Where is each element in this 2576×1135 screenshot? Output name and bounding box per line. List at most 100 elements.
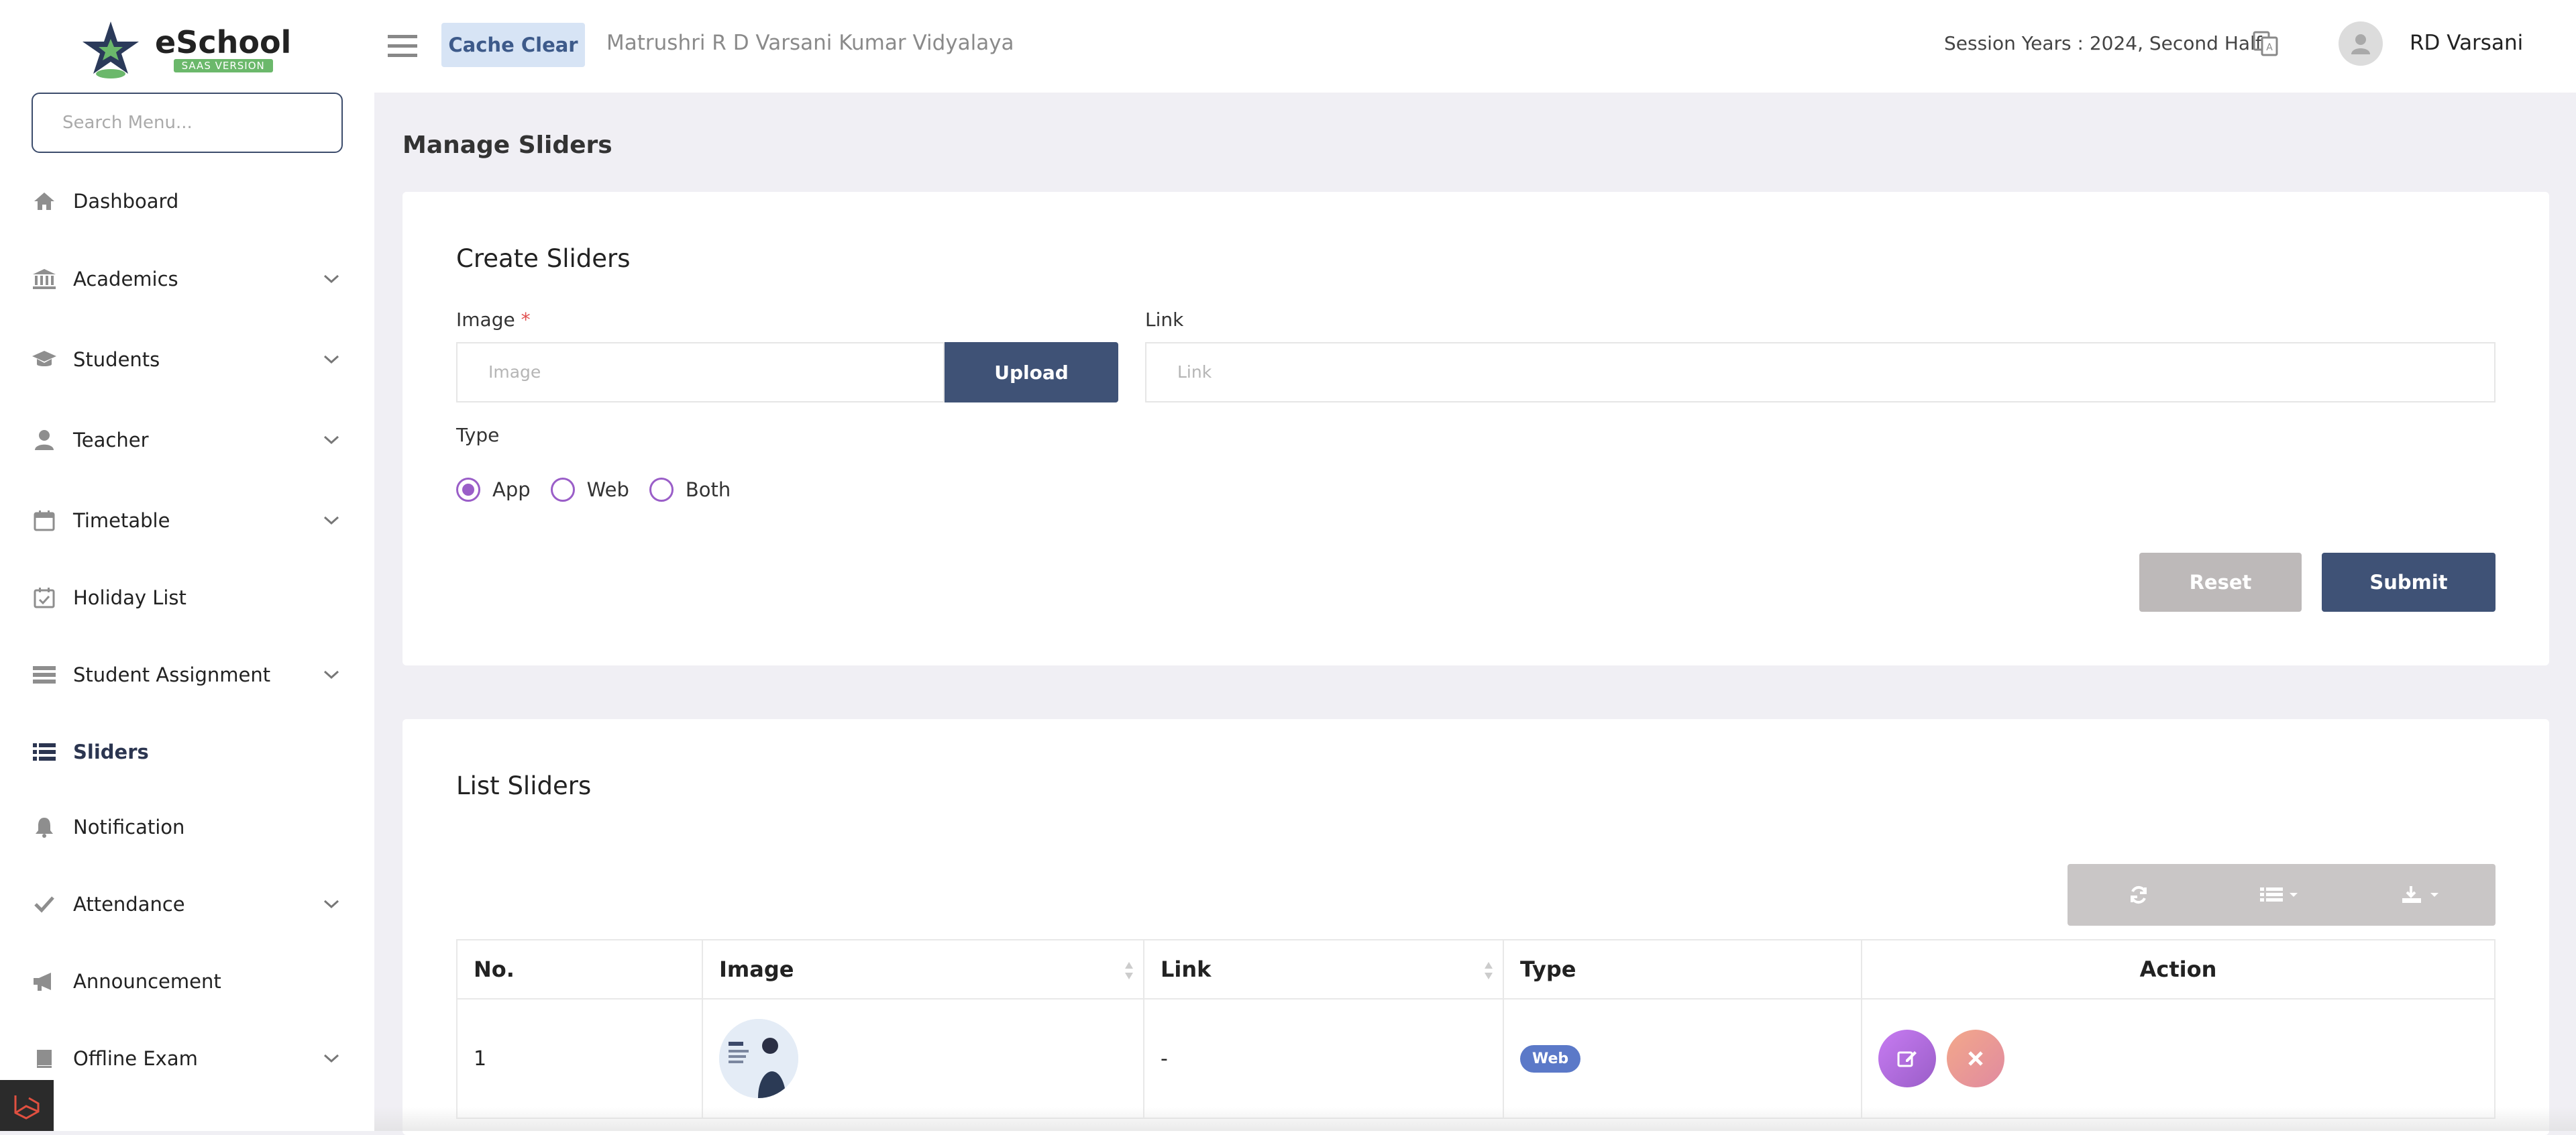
chevron-down-icon: [323, 900, 339, 909]
brand-badge: SAAS VERSION: [173, 58, 273, 72]
sidebar-item-offline-exam[interactable]: Offline Exam: [0, 1028, 374, 1089]
columns-toggle-button[interactable]: [2210, 864, 2352, 926]
refresh-button[interactable]: [2068, 864, 2210, 926]
slider-thumbnail[interactable]: [719, 1019, 798, 1098]
sort-icon: [1125, 962, 1133, 979]
user-name[interactable]: RD Varsani: [2410, 31, 2523, 55]
search-menu-input[interactable]: Search Menu...: [32, 93, 343, 153]
cache-clear-button[interactable]: Cache Clear: [441, 23, 585, 67]
sidebar-item-student-assignment[interactable]: Student Assignment: [0, 645, 374, 705]
chevron-down-icon: [323, 435, 339, 445]
table-row-cell-image: [702, 998, 1144, 1119]
create-sliders-title: Create Sliders: [456, 244, 631, 273]
graduation-cap-icon: [31, 346, 58, 373]
sidebar: eSchool SAAS VERSION Search Menu... Dash…: [0, 0, 374, 1131]
col-header-no[interactable]: No.: [456, 939, 703, 999]
col-header-type[interactable]: Type: [1503, 939, 1862, 999]
chevron-down-icon: [323, 274, 339, 284]
book-icon: [31, 1045, 58, 1072]
create-sliders-card: Create Sliders Image * Image Upload Link…: [402, 192, 2549, 665]
sidebar-item-sliders[interactable]: Sliders: [0, 722, 374, 782]
col-header-image-label: Image: [719, 957, 794, 982]
col-header-action: Action: [1861, 939, 2496, 999]
submit-button[interactable]: Submit: [2322, 553, 2496, 612]
sidebar-item-holiday-list[interactable]: Holiday List: [0, 568, 374, 628]
bullhorn-icon: [31, 968, 58, 995]
session-years[interactable]: Session Years : 2024, Second Half: [1944, 32, 2262, 54]
list-sliders-title: List Sliders: [456, 771, 592, 800]
school-name: Matrushri R D Varsani Kumar Vidyalaya: [606, 31, 1014, 55]
table-row-cell-type: Web: [1503, 998, 1862, 1119]
sidebar-item-notification[interactable]: Notification: [0, 797, 374, 857]
laravel-debugbar-icon[interactable]: [0, 1080, 54, 1131]
download-icon: [2402, 886, 2438, 903]
sidebar-item-students[interactable]: Students: [0, 329, 374, 390]
list-columns-icon: [2260, 887, 2298, 902]
link-input[interactable]: Link: [1145, 342, 2496, 402]
sidebar-item-label: Holiday List: [73, 586, 186, 609]
delete-button[interactable]: [1947, 1030, 2004, 1087]
list-icon: [31, 739, 58, 765]
type-radio-web[interactable]: [550, 478, 575, 502]
sidebar-item-timetable[interactable]: Timetable: [0, 490, 374, 551]
type-radio-app-label[interactable]: App: [492, 478, 531, 501]
page-title: Manage Sliders: [402, 131, 612, 159]
svg-text:A: A: [2266, 42, 2273, 53]
link-label: Link: [1145, 309, 1184, 331]
close-icon: [1968, 1051, 1983, 1066]
sidebar-item-label: Academics: [73, 268, 178, 290]
bank-icon: [31, 266, 58, 292]
col-header-image[interactable]: Image: [702, 939, 1144, 999]
col-header-link[interactable]: Link: [1143, 939, 1504, 999]
table-row-cell-link: -: [1143, 998, 1504, 1119]
edit-button[interactable]: [1878, 1030, 1936, 1087]
chevron-down-icon: [323, 670, 339, 680]
image-input[interactable]: Image: [456, 342, 945, 402]
chevron-down-icon: [323, 516, 339, 525]
upload-button[interactable]: Upload: [945, 342, 1118, 402]
sort-icon: [1485, 962, 1493, 979]
sidebar-item-label: Notification: [73, 816, 185, 839]
table-row-cell-no: 1: [456, 998, 703, 1119]
sidebar-item-dashboard[interactable]: Dashboard: [0, 171, 374, 231]
reset-button[interactable]: Reset: [2139, 553, 2302, 612]
sidebar-item-teacher[interactable]: Teacher: [0, 410, 374, 470]
refresh-icon: [2131, 885, 2147, 904]
export-button[interactable]: [2352, 864, 2494, 926]
sidebar-item-label: Attendance: [73, 893, 185, 916]
image-label: Image *: [456, 309, 531, 331]
type-radio-app[interactable]: [456, 478, 480, 502]
bell-icon: [31, 814, 58, 841]
type-radio-web-label[interactable]: Web: [587, 478, 629, 501]
chevron-down-icon: [323, 1054, 339, 1063]
col-header-link-label: Link: [1161, 957, 1212, 982]
tasks-icon: [31, 661, 58, 688]
hamburger-menu-icon[interactable]: [388, 34, 417, 59]
avatar[interactable]: [2339, 21, 2383, 66]
sidebar-item-label: Sliders: [73, 741, 149, 763]
top-header: Cache Clear Matrushri R D Varsani Kumar …: [374, 0, 2576, 93]
calendar-icon: [31, 507, 58, 534]
type-radio-both-label[interactable]: Both: [686, 478, 731, 501]
calendar-check-icon: [31, 584, 58, 611]
brand[interactable]: eSchool SAAS VERSION: [77, 17, 291, 80]
sidebar-item-attendance[interactable]: Attendance: [0, 874, 374, 934]
check-icon: [31, 891, 58, 918]
language-icon[interactable]: A: [2251, 30, 2279, 58]
sidebar-item-label: Offline Exam: [73, 1047, 198, 1070]
sidebar-item-label: Announcement: [73, 970, 221, 993]
type-badge: Web: [1520, 1044, 1581, 1073]
sidebar-item-academics[interactable]: Academics: [0, 249, 374, 309]
sidebar-item-announcement[interactable]: Announcement: [0, 951, 374, 1012]
type-radio-both[interactable]: [649, 478, 674, 502]
sidebar-item-label: Student Assignment: [73, 663, 271, 686]
sidebar-item-label: Teacher: [73, 429, 149, 451]
sidebar-item-label: Timetable: [73, 509, 170, 532]
image-label-text: Image: [456, 309, 515, 331]
col-header-type-label: Type: [1520, 957, 1576, 982]
table-row-cell-action: [1861, 998, 2496, 1119]
school-logo-icon: [83, 21, 139, 78]
required-mark: *: [521, 309, 531, 331]
brand-name: eSchool: [155, 23, 292, 60]
edit-icon: [1897, 1051, 1917, 1067]
